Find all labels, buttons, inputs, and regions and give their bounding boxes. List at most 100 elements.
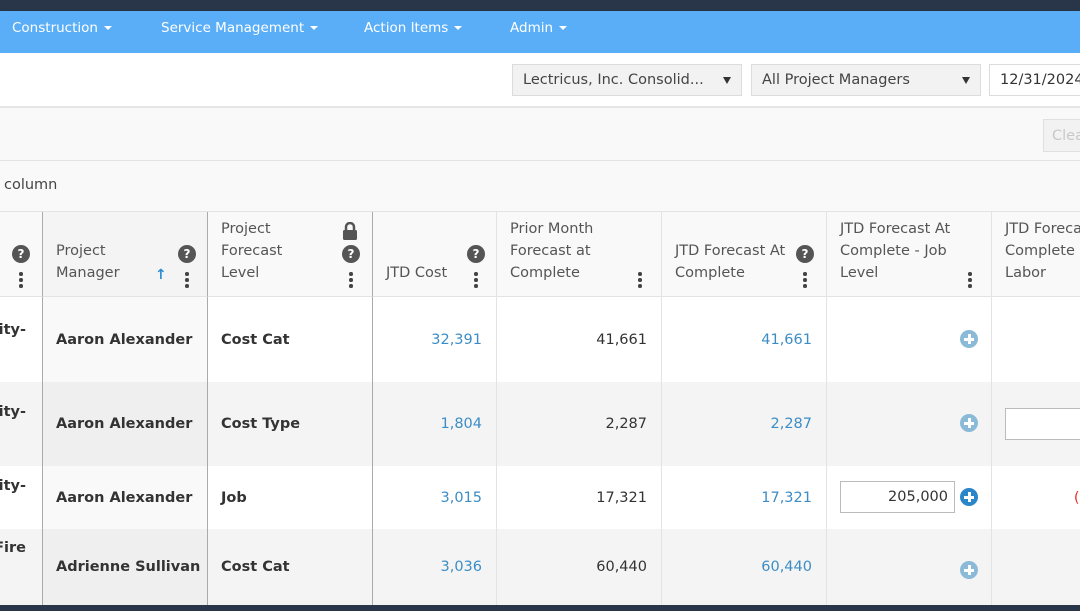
prior-month-cell: 2,287	[497, 382, 662, 466]
nav-admin[interactable]: Admin	[510, 20, 568, 36]
project-manager-cell: Adrienne Sullivan	[42, 529, 208, 605]
column-header-prior-month-forecast[interactable]: Prior Month Forecast at Complete	[497, 212, 662, 297]
prior-month-cell: 17,321	[497, 466, 662, 529]
jtd-cost-link[interactable]: 32,391	[373, 297, 497, 382]
column-header-label: Prior Month Forecast at Complete	[510, 221, 594, 281]
column-header-jtd-forecast-job-level[interactable]: JTD Forecast At Complete - Job Level	[827, 212, 992, 297]
project-manager-cell: Aaron Alexander	[42, 297, 208, 382]
column-header-label: JTD Forecast At Complete - Job Level	[840, 221, 951, 281]
dropdown-arrow-icon	[723, 77, 731, 84]
project-manager-cell: Aaron Alexander	[42, 382, 208, 466]
jtd-cost-link[interactable]: 3,015	[373, 466, 497, 529]
lock-icon	[343, 222, 357, 240]
jtd-forecast-link[interactable]: 17,321	[662, 466, 827, 529]
dropdown-arrow-icon	[962, 77, 970, 84]
column-menu-icon[interactable]	[185, 272, 189, 290]
column-menu-icon[interactable]	[638, 272, 642, 290]
help-icon[interactable]: ?	[178, 245, 196, 263]
caret-down-icon	[310, 26, 319, 30]
help-icon[interactable]: ?	[796, 245, 814, 263]
column-menu-icon[interactable]	[349, 272, 353, 290]
nav-service-management[interactable]: Service Management	[161, 20, 319, 36]
column-header-jtd-cost[interactable]: JTD Cost ?	[373, 212, 497, 297]
caret-down-icon	[103, 26, 112, 30]
table-row[interactable]: rity- Aaron Alexander Job 3,015 17,321 1…	[0, 466, 1080, 529]
column-menu-icon[interactable]	[474, 272, 478, 290]
jtd-forecast-link[interactable]: 60,440	[662, 529, 827, 605]
jtd-forecast-link[interactable]: 2,287	[662, 382, 827, 466]
forecast-level-cell: Cost Cat	[208, 529, 373, 605]
job-level-cell: 205,000	[827, 466, 992, 529]
nav-construction[interactable]: Construction	[12, 20, 112, 36]
table-row[interactable]: rity- Aaron Alexander Cost Cat 32,391 41…	[0, 297, 1080, 382]
column-header-project-manager[interactable]: Project Manager ↑ ?	[42, 212, 208, 297]
window-top-bar	[0, 0, 1080, 11]
jtd-cost-link[interactable]: 3,036	[373, 529, 497, 605]
add-forecast-icon[interactable]	[960, 330, 978, 348]
column-menu-icon[interactable]	[19, 272, 23, 290]
job-level-cell	[827, 297, 992, 382]
column-header-jtd-forecast-at-complete[interactable]: JTD Forecast At Complete ?	[662, 212, 827, 297]
column-menu-icon[interactable]	[803, 272, 807, 290]
main-navbar: Construction Service Management Action I…	[0, 11, 1080, 53]
jtd-cost-link[interactable]: 1,804	[373, 382, 497, 466]
column-header-label: Project Forecast Level	[221, 221, 283, 281]
column-header-label: JTD Cost	[386, 265, 448, 281]
clear-button-label: Clea	[1052, 127, 1080, 144]
filter-bar: Lectricus, Inc. Consolid... All Project …	[0, 53, 1080, 108]
sort-ascending-icon[interactable]: ↑	[155, 267, 167, 283]
table-row[interactable]: Fire Adrienne Sullivan Cost Cat 3,036 60…	[0, 529, 1080, 605]
column-header-project[interactable]: ?	[0, 212, 43, 297]
add-forecast-icon[interactable]	[960, 488, 978, 506]
company-select[interactable]: Lectricus, Inc. Consolid...	[512, 64, 742, 96]
forecast-level-cell: Job	[208, 466, 373, 529]
job-level-cell	[827, 529, 992, 605]
company-select-value: Lectricus, Inc. Consolid...	[523, 72, 704, 88]
forecast-level-cell: Cost Type	[208, 382, 373, 466]
labor-input[interactable]: 1	[1005, 408, 1080, 440]
help-icon[interactable]: ?	[342, 245, 360, 263]
caret-down-icon	[454, 26, 463, 30]
prior-month-cell: 41,661	[497, 297, 662, 382]
action-bar: Clea	[0, 108, 1080, 161]
help-icon[interactable]: ?	[467, 245, 485, 263]
horizontal-scrollbar[interactable]	[0, 605, 1080, 611]
column-header-label: JTD Foreca Complete - Labor	[1005, 221, 1080, 281]
project-cell: Fire	[0, 529, 43, 605]
group-by-bar: column	[0, 161, 1080, 212]
column-header-jtd-forecast-labor[interactable]: JTD Foreca Complete - Labor	[992, 212, 1080, 297]
group-by-hint: column	[4, 177, 58, 193]
column-header-label: JTD Forecast At Complete	[675, 243, 786, 281]
column-header-project-forecast-level[interactable]: Project Forecast Level ?	[208, 212, 373, 297]
forecast-grid: ? Project Manager ↑ ? Project Forecast L…	[0, 212, 1080, 605]
forecast-level-cell: Cost Cat	[208, 297, 373, 382]
nav-action-items[interactable]: Action Items	[364, 20, 463, 36]
jtd-forecast-link[interactable]: 41,661	[662, 297, 827, 382]
project-cell: rity-	[0, 466, 43, 529]
project-manager-cell: Aaron Alexander	[42, 466, 208, 529]
add-forecast-icon[interactable]	[960, 561, 978, 579]
project-manager-select[interactable]: All Project Managers	[751, 64, 981, 96]
nav-label: Admin	[510, 20, 554, 36]
prior-month-cell: 60,440	[497, 529, 662, 605]
job-level-cell	[827, 382, 992, 466]
date-value: 12/31/2024	[1000, 72, 1080, 88]
date-input[interactable]: 12/31/2024	[989, 64, 1080, 96]
nav-label: Action Items	[364, 20, 449, 36]
nav-label: Construction	[12, 20, 98, 36]
labor-cell: 1	[992, 382, 1080, 466]
project-cell: rity-	[0, 382, 43, 466]
add-forecast-icon[interactable]	[960, 414, 978, 432]
labor-cell: (18	[1073, 489, 1080, 506]
job-level-input[interactable]: 205,000	[840, 481, 955, 513]
project-manager-select-value: All Project Managers	[762, 72, 910, 88]
clear-button[interactable]: Clea	[1043, 119, 1080, 152]
column-menu-icon[interactable]	[968, 272, 972, 290]
help-icon[interactable]: ?	[12, 245, 30, 263]
column-header-label: Project Manager	[56, 243, 120, 281]
nav-label: Service Management	[161, 20, 305, 36]
labor-cell: 16	[992, 297, 1080, 382]
table-row[interactable]: rity- Aaron Alexander Cost Type 1,804 2,…	[0, 382, 1080, 466]
caret-down-icon	[559, 26, 568, 30]
project-cell: rity-	[0, 297, 43, 382]
